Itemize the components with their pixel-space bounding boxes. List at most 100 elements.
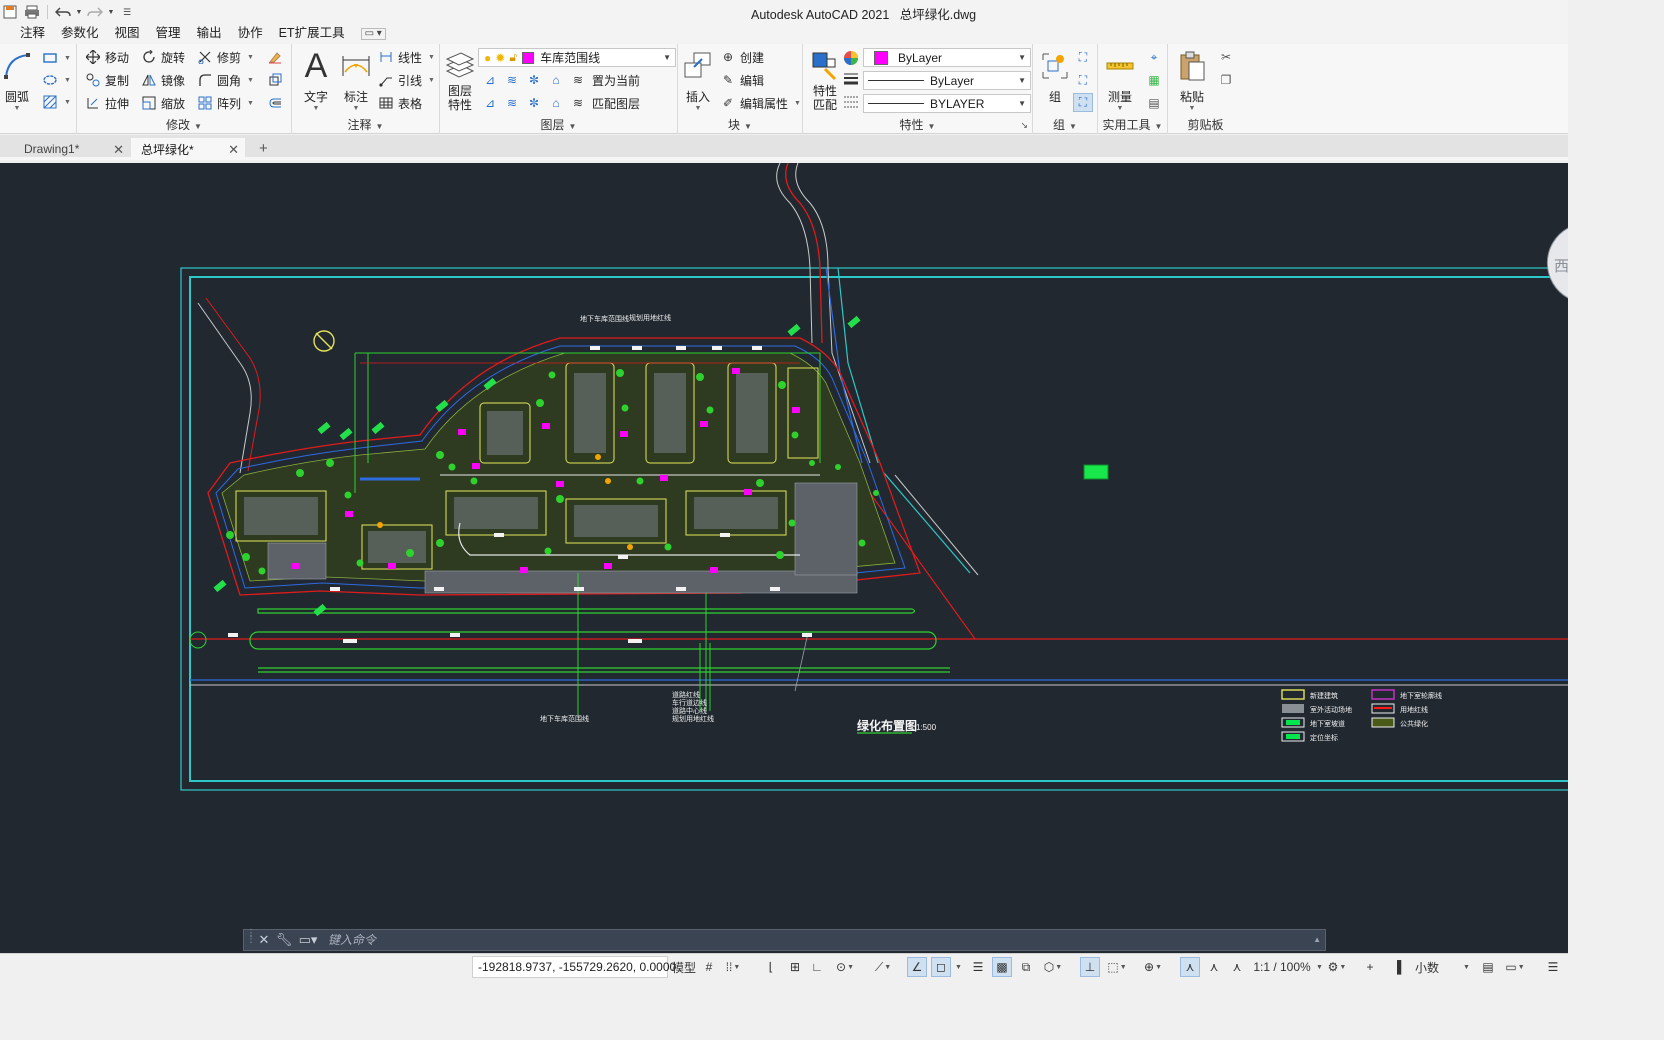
tab-output[interactable]: 输出 (189, 24, 230, 44)
ungroup-icon[interactable]: ⛶ (1075, 49, 1091, 65)
cut-icon[interactable]: ✂ (1218, 49, 1234, 65)
redo-dropdown-icon[interactable]: ▼ (107, 3, 115, 21)
text-button[interactable]: A 文字 ▼ (296, 47, 336, 114)
workspace-gear-icon[interactable]: ⚙ ▼ (1322, 957, 1352, 977)
units-value[interactable]: 小数 (1410, 957, 1444, 977)
polar-tracking-icon[interactable]: ⊙ ▼ (832, 957, 858, 977)
move-button[interactable]: 移动 (85, 47, 129, 67)
selection-cycling-icon[interactable]: ⧉ (1016, 957, 1036, 977)
annotation-scale-value[interactable]: 1:1 / 100% (1250, 957, 1314, 977)
ribbon-display-toggle[interactable]: ▭ ▾ (360, 28, 386, 40)
array-button[interactable]: 阵列 ▼ (197, 93, 254, 113)
object-snap-dropdown-icon[interactable]: ▼ (953, 957, 963, 977)
dimension-button[interactable]: 标注 ▼ (336, 48, 376, 114)
set-current-button[interactable]: 置为当前 (592, 72, 640, 89)
fillet-button[interactable]: 圆角 ▼ (197, 70, 254, 90)
layer-properties-button[interactable]: 图层 特性 (440, 48, 480, 114)
arc-button[interactable]: 圆弧 ▼ (0, 48, 34, 114)
array-dropdown-icon[interactable]: ▼ (247, 100, 254, 107)
wrench-icon[interactable]: 🔧︎ (274, 931, 294, 949)
match-layer-button[interactable]: 匹配图层 (592, 95, 640, 112)
ortho-icon[interactable]: ∟ (808, 957, 826, 977)
dynamic-input-icon[interactable]: ⊞ (786, 957, 804, 977)
viewcube-west-label[interactable]: 西 (1554, 255, 1568, 275)
object-snap-tracking-icon[interactable]: ∠ (907, 957, 927, 977)
color-wheel-icon[interactable] (843, 50, 859, 66)
layer-isolate-icon[interactable]: ≋ (504, 72, 520, 88)
isodraft-icon[interactable]: ⟋ ▼ (870, 957, 896, 977)
copy-clip-icon[interactable]: ❐ (1218, 72, 1234, 88)
clean-screen-icon[interactable]: ▭ ▼ (1502, 957, 1528, 977)
infer-constraints-icon[interactable]: ⌊ (762, 957, 780, 977)
annotation-monitor-icon[interactable]: + (1360, 957, 1380, 977)
units-icon[interactable]: ▐ (1388, 957, 1406, 977)
trim-dropdown-icon[interactable]: ▼ (247, 54, 254, 61)
sun-icon[interactable]: ✹ (495, 51, 505, 65)
coordinate-readout[interactable]: -192818.9737, -155729.2620, 0.0000 (472, 956, 676, 978)
hatch-button[interactable]: ▼ (42, 92, 71, 112)
model-space-button[interactable]: 模型 (671, 957, 697, 977)
dynamic-ucs-icon[interactable]: ⊥ (1080, 957, 1100, 977)
copy-button[interactable]: 复制 (85, 70, 129, 90)
new-tab-plus-icon[interactable]: + (259, 140, 268, 157)
undo-icon[interactable] (53, 3, 73, 21)
group-button[interactable]: 组 (1035, 48, 1075, 114)
layer-thaw-icon[interactable]: ✼ (526, 95, 542, 111)
snap-mode-icon[interactable]: ⁞⁞ ▼ (722, 957, 744, 977)
annotation-visibility-icon[interactable]: ⋏ (1180, 957, 1200, 977)
command-prompt-icon[interactable]: ▭▾ (294, 931, 322, 949)
group-edit-icon[interactable]: ⛶ (1075, 72, 1091, 88)
create-block-button[interactable]: ⊕ 创建 (720, 47, 764, 67)
layer-dropdown[interactable]: ● ✹ 🔓︎ 车库范围线 ▼ (478, 48, 676, 67)
tab-collaborate[interactable]: 协作 (230, 24, 271, 44)
units-dropdown-icon[interactable]: ▼ (1460, 957, 1472, 977)
properties-panel-title[interactable]: 特性 ▼ ↘ (803, 118, 1032, 133)
insert-button[interactable]: 插入 ▼ (678, 48, 718, 114)
layer-lock-icon[interactable]: ⌂ (548, 72, 564, 88)
edit-attributes-dropdown-icon[interactable]: ▼ (794, 100, 801, 107)
command-grip-icon[interactable]: ⋮ ⋮ (246, 929, 256, 949)
fillet-dropdown-icon[interactable]: ▼ (247, 77, 254, 84)
drawing-canvas[interactable]: 地下车库范围线 规划用地红线 地下车库范围线 道路红线 车行道边线 道路中心线 … (0, 163, 1568, 953)
chevron-up-icon[interactable]: ▲ (1313, 935, 1321, 944)
calculator-icon[interactable]: ▤ (1146, 95, 1162, 111)
rotate-button[interactable]: 旋转 (141, 47, 185, 67)
mirror-button[interactable]: 镜像 (141, 70, 185, 90)
select-all-icon[interactable]: ▦ (1146, 72, 1162, 88)
layer-off-icon[interactable]: ⊿ (482, 72, 498, 88)
lock-icon[interactable]: 🔓︎ (509, 50, 517, 65)
doc-tab-current[interactable]: 总坪绿化* ✕ (131, 138, 245, 160)
layers-panel-title[interactable]: 图层 ▼ (440, 118, 677, 133)
customize-status-icon[interactable]: ☰ (1542, 957, 1564, 977)
gizmo-icon[interactable]: ⊕ ▼ (1140, 957, 1166, 977)
tab-annotate[interactable]: 注释 (12, 24, 53, 44)
utilities-panel-title[interactable]: 实用工具 ▼ (1098, 118, 1167, 133)
rectangle-button[interactable]: ▼ (42, 48, 71, 68)
redo-icon[interactable] (85, 3, 105, 21)
print-icon[interactable] (22, 3, 42, 21)
scale-button[interactable]: 缩放 (141, 93, 185, 113)
block-panel-title[interactable]: 块 ▼ (678, 118, 802, 133)
table-button[interactable]: 表格 (378, 93, 422, 113)
transparency-icon[interactable]: ▩ (992, 957, 1012, 977)
groups-panel-title[interactable]: 组 ▼ (1033, 118, 1097, 133)
layer-unisolate-icon[interactable]: ≋ (504, 95, 520, 111)
tab-view[interactable]: 视图 (107, 24, 148, 44)
close-icon[interactable]: ✕ (113, 142, 124, 158)
lineweight-toggle-icon[interactable]: ☰ (968, 957, 988, 977)
grid-icon[interactable]: # (700, 957, 718, 977)
save-icon[interactable] (0, 3, 20, 21)
linetype-dropdown[interactable]: BYLAYER ▼ (863, 94, 1031, 113)
edit-block-button[interactable]: ✎ 编辑 (720, 70, 764, 90)
lineweight-dropdown[interactable]: ByLayer ▼ (863, 71, 1031, 90)
linear-dropdown-icon[interactable]: ▼ (428, 54, 435, 61)
leader-button[interactable]: 引线 ▼ (378, 70, 435, 90)
leader-dropdown-icon[interactable]: ▼ (428, 77, 435, 84)
tab-manage[interactable]: 管理 (148, 24, 189, 44)
stretch-button[interactable]: 拉伸 (85, 93, 129, 113)
customize-toolbar-icon[interactable]: ☰ (117, 3, 137, 21)
layer-freeze-icon[interactable]: ✼ (526, 72, 542, 88)
3d-osnap-icon[interactable]: ⬡ ▼ (1040, 957, 1066, 977)
layer-unlock-icon[interactable]: ⌂ (548, 95, 564, 111)
quick-properties-icon[interactable]: ▤ (1478, 957, 1498, 977)
